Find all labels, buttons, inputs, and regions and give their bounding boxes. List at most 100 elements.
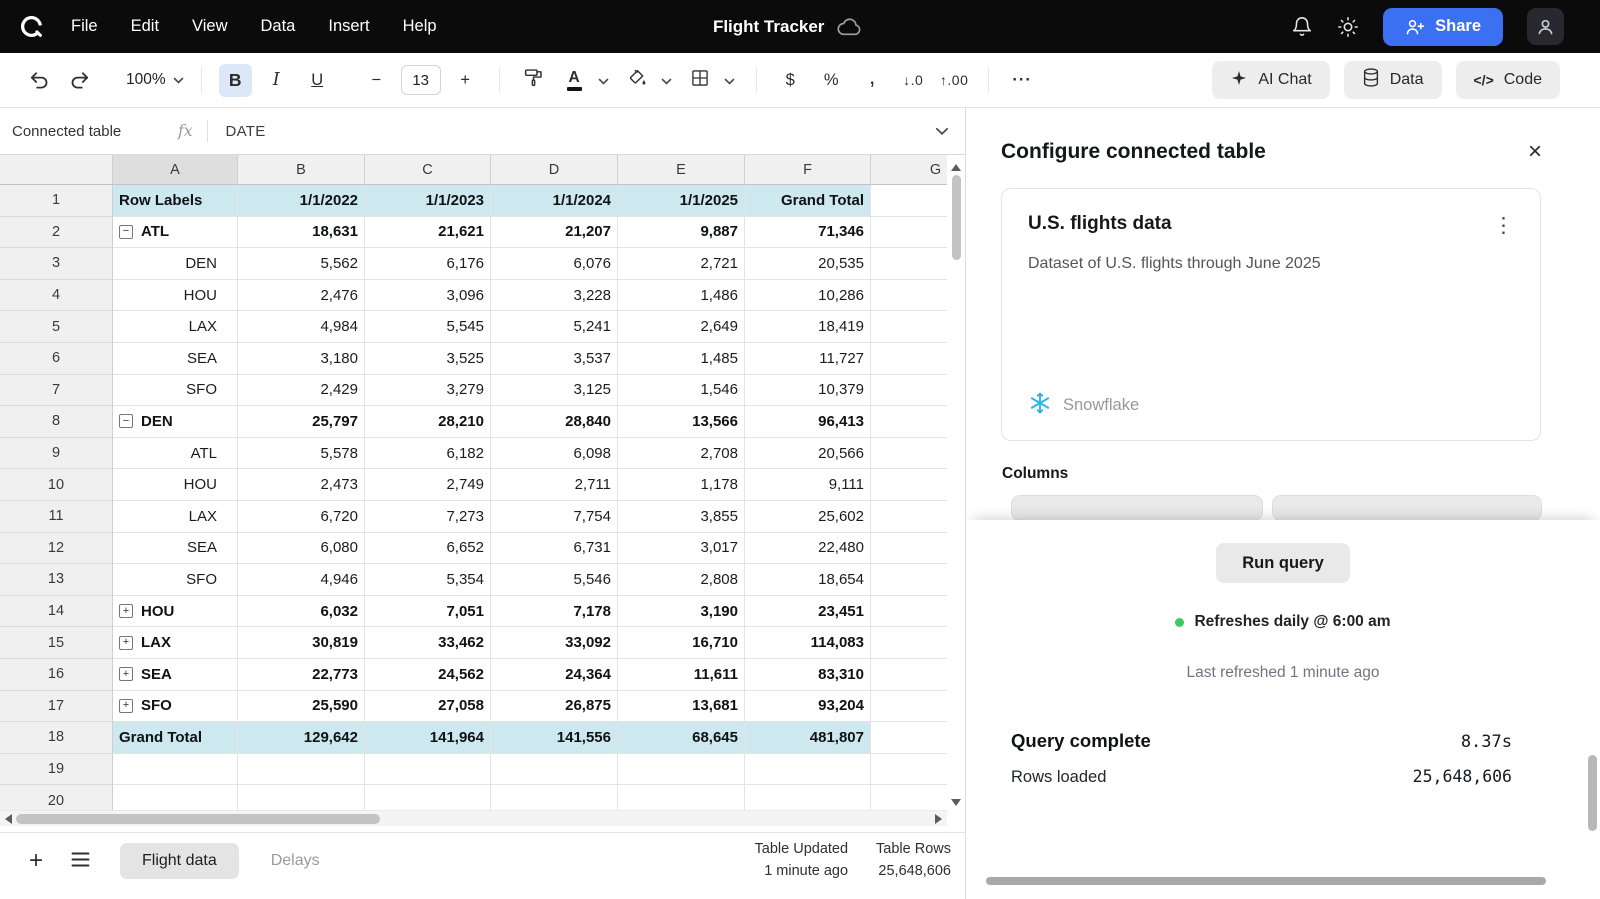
cell-G12[interactable] (871, 532, 947, 565)
cell-D11[interactable]: 7,754 (491, 500, 618, 533)
decrease-font-size-button[interactable]: − (360, 64, 393, 97)
column-header-A[interactable]: A (113, 155, 238, 185)
cell-A2[interactable]: − ATL (113, 216, 238, 249)
app-logo-icon[interactable] (18, 13, 45, 40)
column-pill[interactable] (1272, 495, 1542, 521)
cell-E3[interactable]: 2,721 (618, 248, 745, 280)
cell-F9[interactable]: 20,566 (745, 437, 871, 470)
cell-C12[interactable]: 6,652 (365, 532, 491, 565)
cell-B13[interactable]: 4,946 (238, 564, 365, 596)
user-avatar[interactable] (1527, 8, 1564, 45)
cell-D5[interactable]: 5,241 (491, 311, 618, 343)
cell-F16[interactable]: 83,310 (745, 658, 871, 691)
menu-edit[interactable]: Edit (131, 17, 159, 36)
cell-E5[interactable]: 2,649 (618, 311, 745, 343)
decrease-decimals-button[interactable]: ↓.0 (897, 64, 930, 97)
increase-font-size-button[interactable]: + (449, 64, 482, 97)
sheet-tab-delays[interactable]: Delays (249, 843, 342, 879)
cell-G6[interactable] (871, 342, 947, 375)
zoom-select[interactable]: 100% (126, 71, 184, 89)
column-header-B[interactable]: B (238, 155, 365, 185)
borders-dropdown[interactable] (721, 64, 739, 97)
row-header-7[interactable]: 7 (0, 374, 113, 407)
cell-A9[interactable]: ATL (113, 437, 238, 470)
cell-A16[interactable]: + SEA (113, 658, 238, 691)
cell-B17[interactable]: 25,590 (238, 690, 365, 723)
cell-D18[interactable]: 141,556 (491, 722, 618, 754)
currency-format-button[interactable]: $ (774, 64, 807, 97)
row-header-3[interactable]: 3 (0, 248, 113, 280)
cell-E18[interactable]: 68,645 (618, 722, 745, 754)
cell-E11[interactable]: 3,855 (618, 500, 745, 533)
cell-D10[interactable]: 2,711 (491, 469, 618, 501)
cell-B18[interactable]: 129,642 (238, 722, 365, 754)
cell-C3[interactable]: 6,176 (365, 248, 491, 280)
cell-G7[interactable] (871, 374, 947, 407)
cell-E17[interactable]: 13,681 (618, 690, 745, 723)
group-toggle[interactable]: − (119, 414, 133, 429)
row-header-5[interactable]: 5 (0, 311, 113, 343)
cell-C1[interactable]: 1/1/2023 (365, 185, 491, 217)
ai-chat-button[interactable]: AI Chat (1212, 61, 1330, 99)
cell-E10[interactable]: 1,178 (618, 469, 745, 501)
cell-F3[interactable]: 20,535 (745, 248, 871, 280)
menu-insert[interactable]: Insert (328, 17, 369, 36)
scroll-left-arrow[interactable] (5, 814, 12, 824)
cell-F13[interactable]: 18,654 (745, 564, 871, 596)
grid-corner[interactable] (0, 155, 113, 185)
cell-G3[interactable] (871, 248, 947, 280)
cell-B3[interactable]: 5,562 (238, 248, 365, 280)
row-header-6[interactable]: 6 (0, 342, 113, 375)
cell-D2[interactable]: 21,207 (491, 216, 618, 249)
row-header-19[interactable]: 19 (0, 753, 113, 786)
cell-A12[interactable]: SEA (113, 532, 238, 565)
scroll-right-arrow[interactable] (935, 814, 942, 824)
column-pill[interactable] (1011, 495, 1263, 521)
cell-A17[interactable]: + SFO (113, 690, 238, 723)
cell-F12[interactable]: 22,480 (745, 532, 871, 565)
cell-E14[interactable]: 3,190 (618, 595, 745, 628)
theme-sun-icon[interactable] (1337, 16, 1359, 38)
code-panel-button[interactable]: </> Code (1455, 61, 1560, 99)
sheet-tab-flight-data[interactable]: Flight data (120, 843, 239, 879)
group-toggle[interactable]: + (119, 667, 133, 682)
notifications-bell-icon[interactable] (1291, 16, 1313, 38)
cell-D7[interactable]: 3,125 (491, 374, 618, 407)
menu-data[interactable]: Data (261, 17, 296, 36)
row-header-11[interactable]: 11 (0, 500, 113, 533)
cell-C9[interactable]: 6,182 (365, 437, 491, 470)
row-header-1[interactable]: 1 (0, 185, 113, 217)
sheet-list-button[interactable] (68, 852, 92, 870)
cell-C4[interactable]: 3,096 (365, 279, 491, 312)
cell-G1[interactable] (871, 185, 947, 217)
cell-F19[interactable] (745, 753, 871, 786)
cell-D4[interactable]: 3,228 (491, 279, 618, 312)
cell-F14[interactable]: 23,451 (745, 595, 871, 628)
cell-reference-box[interactable]: Connected table (12, 123, 164, 140)
cell-A8[interactable]: − DEN (113, 406, 238, 438)
cell-D8[interactable]: 28,840 (491, 406, 618, 438)
group-toggle[interactable]: + (119, 698, 133, 713)
cell-B8[interactable]: 25,797 (238, 406, 365, 438)
cell-C6[interactable]: 3,525 (365, 342, 491, 375)
row-header-2[interactable]: 2 (0, 216, 113, 249)
redo-button[interactable] (63, 64, 96, 97)
cell-D15[interactable]: 33,092 (491, 627, 618, 659)
cell-A3[interactable]: DEN (113, 248, 238, 280)
cell-C10[interactable]: 2,749 (365, 469, 491, 501)
percent-format-button[interactable]: % (815, 64, 848, 97)
cell-E1[interactable]: 1/1/2025 (618, 185, 745, 217)
horizontal-scroll-thumb[interactable] (16, 814, 380, 824)
menu-help[interactable]: Help (403, 17, 437, 36)
text-color-dropdown[interactable] (595, 64, 613, 97)
column-header-D[interactable]: D (491, 155, 618, 185)
cell-B7[interactable]: 2,429 (238, 374, 365, 407)
cell-D6[interactable]: 3,537 (491, 342, 618, 375)
cell-E6[interactable]: 1,485 (618, 342, 745, 375)
cell-D13[interactable]: 5,546 (491, 564, 618, 596)
cell-A18[interactable]: Grand Total (113, 722, 238, 754)
cell-G16[interactable] (871, 658, 947, 691)
formula-value[interactable]: DATE (225, 123, 265, 140)
comma-format-button[interactable]: , (856, 60, 889, 93)
cell-A13[interactable]: SFO (113, 564, 238, 596)
